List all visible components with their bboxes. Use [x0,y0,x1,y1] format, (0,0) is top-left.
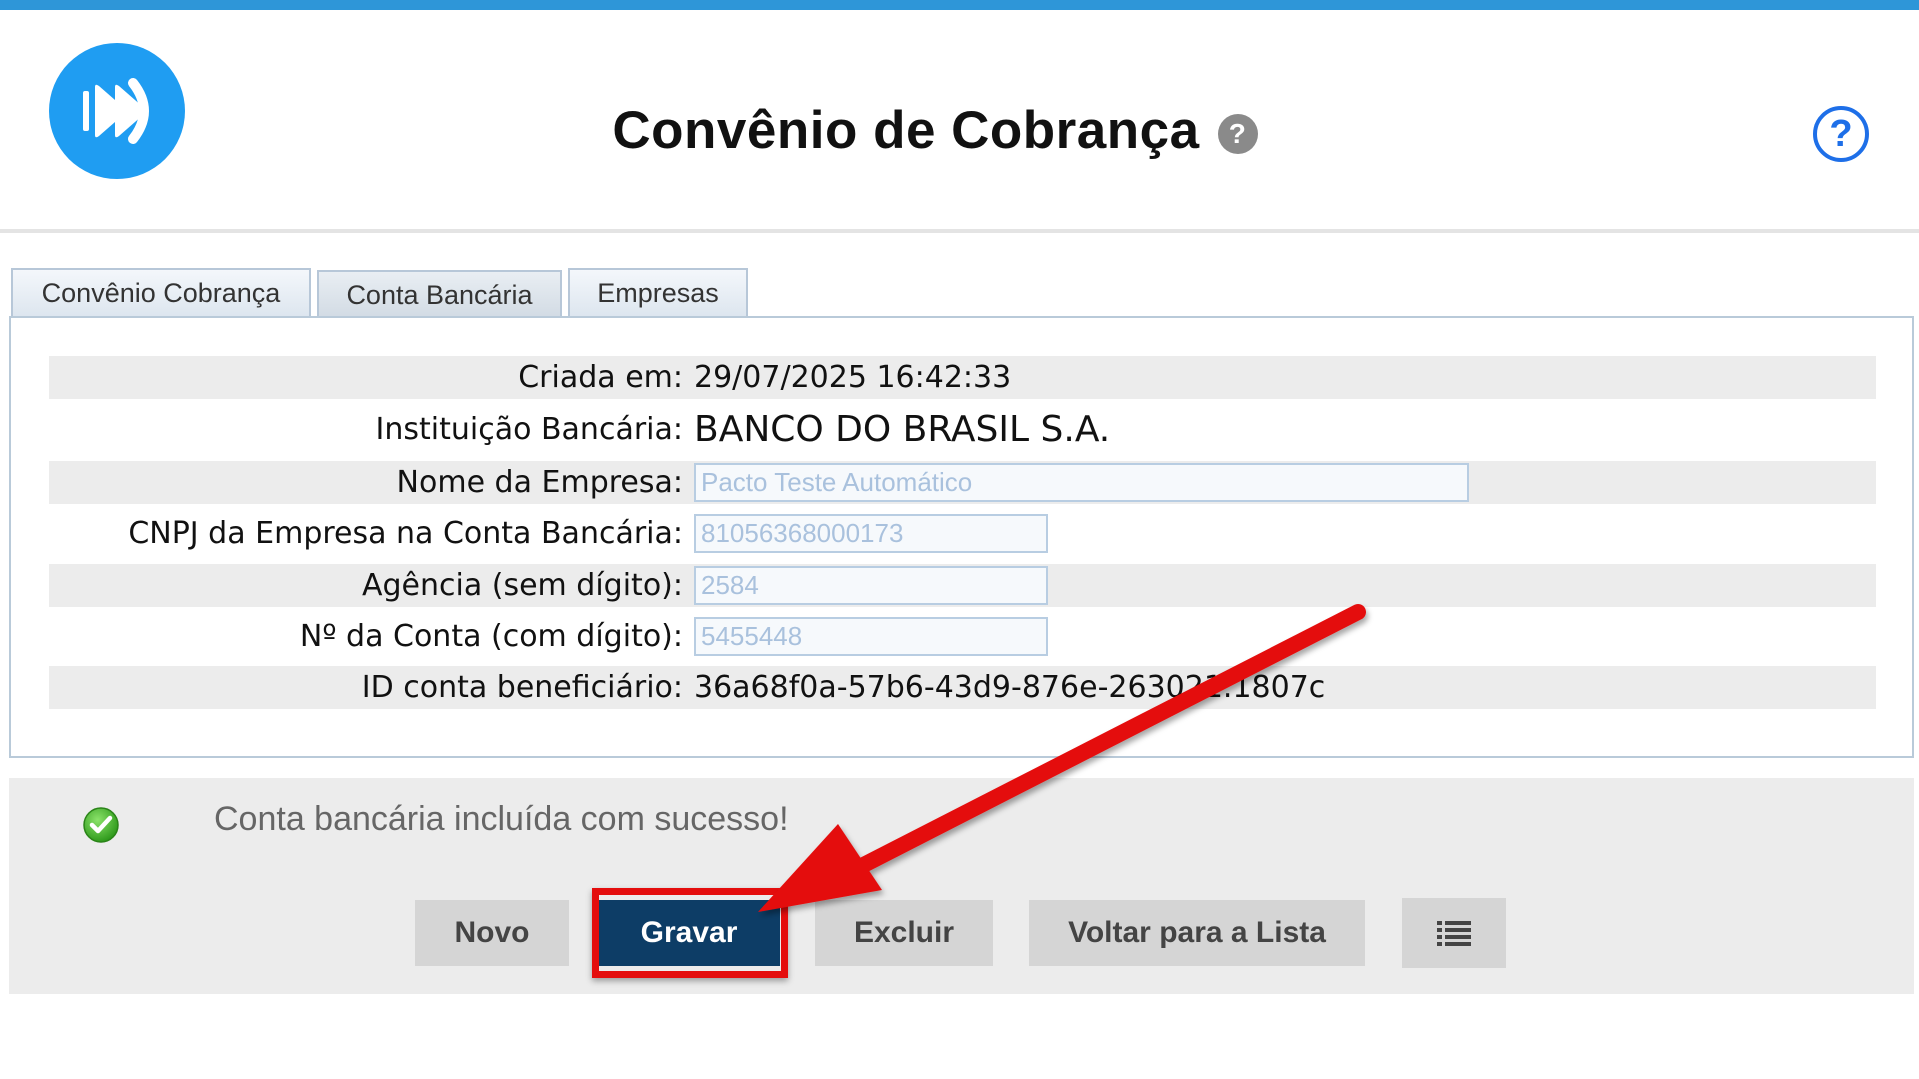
tab-empresas[interactable]: Empresas [568,268,748,316]
help-icon[interactable]: ? [1813,106,1869,162]
instituicao-value: BANCO DO BRASIL S.A. [694,409,1111,450]
id-beneficiario-value: 36a68f0a-57b6-43d9-876e-263021.1807c [694,670,1326,705]
instituicao-label: Instituição Bancária: [375,412,684,447]
title-help-icon[interactable]: ? [1217,113,1258,154]
cnpj-label: CNPJ da Empresa na Conta Bancária: [128,516,683,551]
nome-empresa-label: Nome da Empresa: [396,465,683,500]
agencia-field[interactable]: 2584 [694,566,1048,605]
row-id-beneficiario: ID conta beneficiário: 36a68f0a-57b6-43d… [49,666,1876,709]
list-icon [1437,921,1471,946]
row-agencia: Agência (sem dígito): 2584 [49,564,1876,607]
id-beneficiario-label: ID conta beneficiário: [361,670,683,705]
criada-em-value: 29/07/2025 16:42:33 [694,360,1012,395]
criada-em-label: Criada em: [518,360,683,395]
gravar-highlight-box [592,888,788,978]
list-view-button[interactable] [1402,898,1506,968]
voltar-para-lista-button[interactable]: Voltar para a Lista [1029,900,1365,966]
tab-convenio-cobranca[interactable]: Convênio Cobrança [11,268,311,316]
row-conta: Nº da Conta (com dígito): 5455448 [49,615,1876,658]
cnpj-field[interactable]: 81056368000173 [694,514,1048,553]
row-nome-empresa: Nome da Empresa: Pacto Teste Automático [49,461,1876,504]
top-accent-bar [0,0,1919,10]
header-divider [0,229,1919,233]
form-panel: Criada em: 29/07/2025 16:42:33 Instituiç… [9,316,1914,758]
novo-button[interactable]: Novo [415,900,569,966]
status-message: Conta bancária incluída com sucesso! [214,800,789,838]
excluir-button[interactable]: Excluir [815,900,993,966]
agencia-label: Agência (sem dígito): [361,568,683,603]
nome-empresa-field[interactable]: Pacto Teste Automático [694,463,1469,502]
row-criada-em: Criada em: 29/07/2025 16:42:33 [49,356,1876,399]
row-instituicao: Instituição Bancária: BANCO DO BRASIL S.… [49,408,1876,451]
page-title: Convênio de Cobrança ? [0,100,1870,161]
page-title-text: Convênio de Cobrança [612,101,1200,160]
row-cnpj: CNPJ da Empresa na Conta Bancária: 81056… [49,512,1876,555]
conta-label: Nº da Conta (com dígito): [299,619,683,654]
conta-field[interactable]: 5455448 [694,617,1048,656]
tab-conta-bancaria[interactable]: Conta Bancária [317,270,562,318]
success-check-icon [83,807,119,843]
